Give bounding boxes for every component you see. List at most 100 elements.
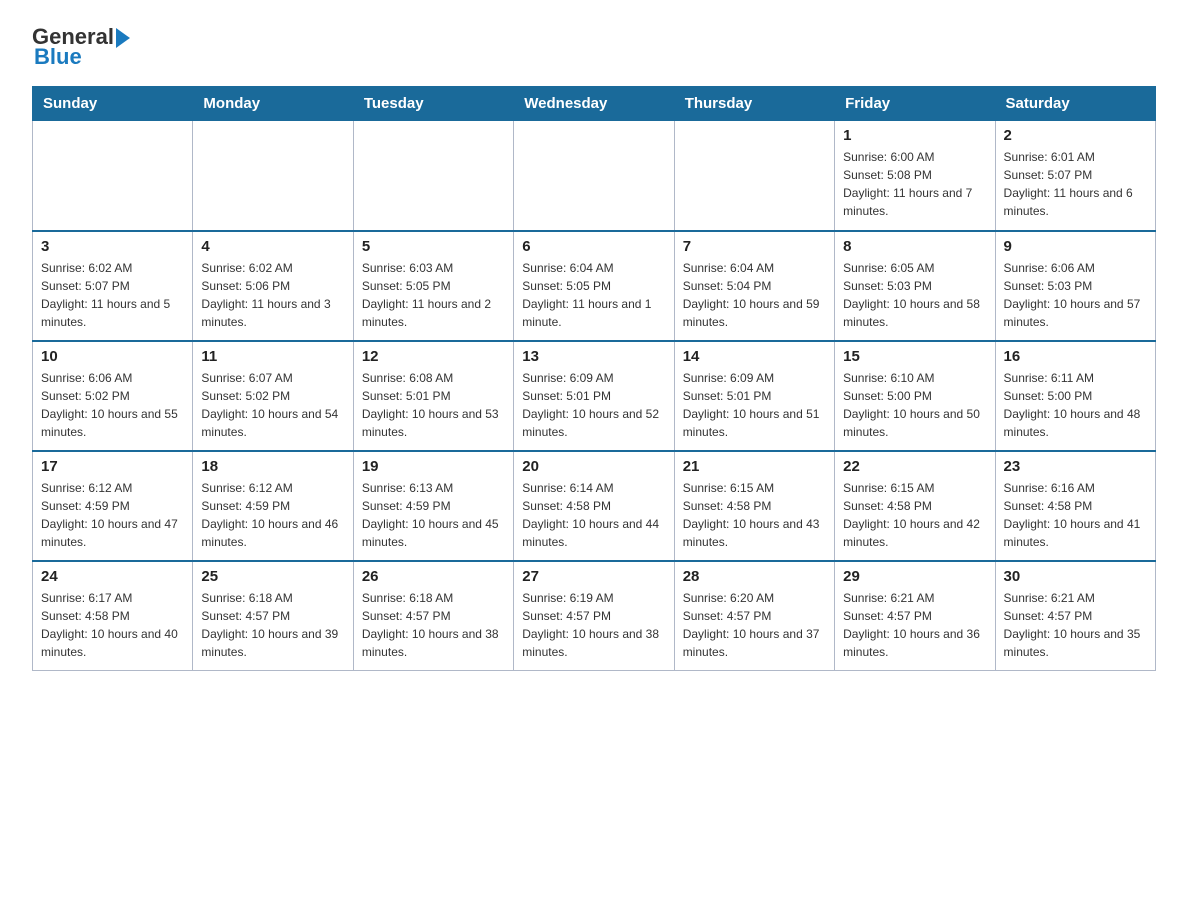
day-info: Sunrise: 6:15 AMSunset: 4:58 PMDaylight:… — [683, 479, 826, 551]
day-number: 3 — [41, 238, 184, 255]
calendar-week-row: 24Sunrise: 6:17 AMSunset: 4:58 PMDayligh… — [33, 561, 1156, 671]
day-number: 18 — [201, 458, 344, 475]
day-info: Sunrise: 6:11 AMSunset: 5:00 PMDaylight:… — [1004, 369, 1147, 441]
calendar-cell: 16 Sunrise: 6:11 AMSunset: 5:00 PMDayligh… — [995, 341, 1155, 451]
day-info: Sunrise: 6:15 AMSunset: 4:58 PMDaylight:… — [843, 479, 986, 551]
calendar-cell: 9Sunrise: 6:06 AMSunset: 5:03 PMDaylight… — [995, 231, 1155, 341]
calendar-cell: 10 Sunrise: 6:06 AMSunset: 5:02 PMDayligh… — [33, 341, 193, 451]
calendar-cell: 21 Sunrise: 6:15 AMSunset: 4:58 PMDayligh… — [674, 451, 834, 561]
day-number: 27 — [522, 568, 665, 585]
day-number: 25 — [201, 568, 344, 585]
day-info: Sunrise: 6:02 AMSunset: 5:06 PMDaylight:… — [201, 259, 344, 331]
day-info: Sunrise: 6:09 AMSunset: 5:01 PMDaylight:… — [522, 369, 665, 441]
day-info: Sunrise: 6:05 AMSunset: 5:03 PMDaylight:… — [843, 259, 986, 331]
day-info: Sunrise: 6:16 AMSunset: 4:58 PMDaylight:… — [1004, 479, 1147, 551]
day-info: Sunrise: 6:10 AMSunset: 5:00 PMDaylight:… — [843, 369, 986, 441]
calendar-cell: 24Sunrise: 6:17 AMSunset: 4:58 PMDayligh… — [33, 561, 193, 671]
calendar-cell: 25 Sunrise: 6:18 AMSunset: 4:57 PMDayligh… — [193, 561, 353, 671]
calendar-cell: 29 Sunrise: 6:21 AMSunset: 4:57 PMDayligh… — [835, 561, 995, 671]
calendar-cell: 26Sunrise: 6:18 AMSunset: 4:57 PMDayligh… — [353, 561, 513, 671]
day-number: 9 — [1004, 238, 1147, 255]
day-number: 20 — [522, 458, 665, 475]
calendar-cell: 30 Sunrise: 6:21 AMSunset: 4:57 PMDayligh… — [995, 561, 1155, 671]
day-number: 28 — [683, 568, 826, 585]
col-friday: Friday — [835, 87, 995, 121]
calendar-cell: 3 Sunrise: 6:02 AMSunset: 5:07 PMDaylight… — [33, 231, 193, 341]
calendar-cell: 5 Sunrise: 6:03 AMSunset: 5:05 PMDaylight… — [353, 231, 513, 341]
day-number: 16 — [1004, 348, 1147, 365]
day-info: Sunrise: 6:07 AMSunset: 5:02 PMDaylight:… — [201, 369, 344, 441]
day-number: 12 — [362, 348, 505, 365]
day-number: 30 — [1004, 568, 1147, 585]
day-number: 1 — [843, 127, 986, 144]
day-number: 19 — [362, 458, 505, 475]
calendar-cell: 22 Sunrise: 6:15 AMSunset: 4:58 PMDayligh… — [835, 451, 995, 561]
day-info: Sunrise: 6:19 AMSunset: 4:57 PMDaylight:… — [522, 589, 665, 661]
calendar-cell: 18 Sunrise: 6:12 AMSunset: 4:59 PMDayligh… — [193, 451, 353, 561]
day-info: Sunrise: 6:21 AMSunset: 4:57 PMDaylight:… — [1004, 589, 1147, 661]
day-info: Sunrise: 6:06 AMSunset: 5:02 PMDaylight:… — [41, 369, 184, 441]
calendar-cell: 14 Sunrise: 6:09 AMSunset: 5:01 PMDayligh… — [674, 341, 834, 451]
calendar-cell: 27 Sunrise: 6:19 AMSunset: 4:57 PMDayligh… — [514, 561, 674, 671]
day-number: 22 — [843, 458, 986, 475]
calendar-cell — [33, 121, 193, 231]
calendar-cell — [674, 121, 834, 231]
calendar-table: Sunday Monday Tuesday Wednesday Thursday… — [32, 86, 1156, 671]
calendar-week-row: 10 Sunrise: 6:06 AMSunset: 5:02 PMDayligh… — [33, 341, 1156, 451]
col-sunday: Sunday — [33, 87, 193, 121]
logo-blue-text: Blue — [32, 44, 130, 70]
calendar-cell: 28 Sunrise: 6:20 AMSunset: 4:57 PMDayligh… — [674, 561, 834, 671]
day-info: Sunrise: 6:04 AMSunset: 5:05 PMDaylight:… — [522, 259, 665, 331]
day-info: Sunrise: 6:18 AMSunset: 4:57 PMDaylight:… — [201, 589, 344, 661]
calendar-cell: 1Sunrise: 6:00 AMSunset: 5:08 PMDaylight… — [835, 121, 995, 231]
day-info: Sunrise: 6:02 AMSunset: 5:07 PMDaylight:… — [41, 259, 184, 331]
day-number: 13 — [522, 348, 665, 365]
calendar-cell: 6 Sunrise: 6:04 AMSunset: 5:05 PMDaylight… — [514, 231, 674, 341]
day-info: Sunrise: 6:18 AMSunset: 4:57 PMDaylight:… — [362, 589, 505, 661]
day-number: 15 — [843, 348, 986, 365]
calendar-header-row: Sunday Monday Tuesday Wednesday Thursday… — [33, 87, 1156, 121]
day-number: 8 — [843, 238, 986, 255]
day-number: 4 — [201, 238, 344, 255]
logo: General Blue — [32, 24, 130, 70]
day-number: 14 — [683, 348, 826, 365]
day-number: 6 — [522, 238, 665, 255]
day-number: 10 — [41, 348, 184, 365]
calendar-cell: 4 Sunrise: 6:02 AMSunset: 5:06 PMDaylight… — [193, 231, 353, 341]
day-number: 21 — [683, 458, 826, 475]
day-info: Sunrise: 6:09 AMSunset: 5:01 PMDaylight:… — [683, 369, 826, 441]
calendar-cell: 23 Sunrise: 6:16 AMSunset: 4:58 PMDayligh… — [995, 451, 1155, 561]
calendar-cell — [514, 121, 674, 231]
calendar-cell: 11 Sunrise: 6:07 AMSunset: 5:02 PMDayligh… — [193, 341, 353, 451]
calendar-cell — [193, 121, 353, 231]
day-info: Sunrise: 6:20 AMSunset: 4:57 PMDaylight:… — [683, 589, 826, 661]
col-thursday: Thursday — [674, 87, 834, 121]
calendar-cell: 7Sunrise: 6:04 AMSunset: 5:04 PMDaylight… — [674, 231, 834, 341]
day-info: Sunrise: 6:08 AMSunset: 5:01 PMDaylight:… — [362, 369, 505, 441]
day-info: Sunrise: 6:03 AMSunset: 5:05 PMDaylight:… — [362, 259, 505, 331]
day-number: 2 — [1004, 127, 1147, 144]
calendar-cell: 20 Sunrise: 6:14 AMSunset: 4:58 PMDayligh… — [514, 451, 674, 561]
day-info: Sunrise: 6:04 AMSunset: 5:04 PMDaylight:… — [683, 259, 826, 331]
day-info: Sunrise: 6:14 AMSunset: 4:58 PMDaylight:… — [522, 479, 665, 551]
day-info: Sunrise: 6:12 AMSunset: 4:59 PMDaylight:… — [41, 479, 184, 551]
calendar-cell: 17 Sunrise: 6:12 AMSunset: 4:59 PMDayligh… — [33, 451, 193, 561]
calendar-cell: 13 Sunrise: 6:09 AMSunset: 5:01 PMDayligh… — [514, 341, 674, 451]
calendar-cell: 12 Sunrise: 6:08 AMSunset: 5:01 PMDayligh… — [353, 341, 513, 451]
day-number: 29 — [843, 568, 986, 585]
calendar-cell: 15 Sunrise: 6:10 AMSunset: 5:00 PMDayligh… — [835, 341, 995, 451]
day-info: Sunrise: 6:21 AMSunset: 4:57 PMDaylight:… — [843, 589, 986, 661]
calendar-cell: 8 Sunrise: 6:05 AMSunset: 5:03 PMDaylight… — [835, 231, 995, 341]
day-info: Sunrise: 6:13 AMSunset: 4:59 PMDaylight:… — [362, 479, 505, 551]
day-number: 5 — [362, 238, 505, 255]
calendar-cell: 2Sunrise: 6:01 AMSunset: 5:07 PMDaylight… — [995, 121, 1155, 231]
day-info: Sunrise: 6:17 AMSunset: 4:58 PMDaylight:… — [41, 589, 184, 661]
day-number: 11 — [201, 348, 344, 365]
calendar-week-row: 3 Sunrise: 6:02 AMSunset: 5:07 PMDaylight… — [33, 231, 1156, 341]
calendar-week-row: 17 Sunrise: 6:12 AMSunset: 4:59 PMDayligh… — [33, 451, 1156, 561]
day-number: 23 — [1004, 458, 1147, 475]
day-info: Sunrise: 6:12 AMSunset: 4:59 PMDaylight:… — [201, 479, 344, 551]
day-number: 17 — [41, 458, 184, 475]
calendar-week-row: 1Sunrise: 6:00 AMSunset: 5:08 PMDaylight… — [33, 121, 1156, 231]
col-saturday: Saturday — [995, 87, 1155, 121]
